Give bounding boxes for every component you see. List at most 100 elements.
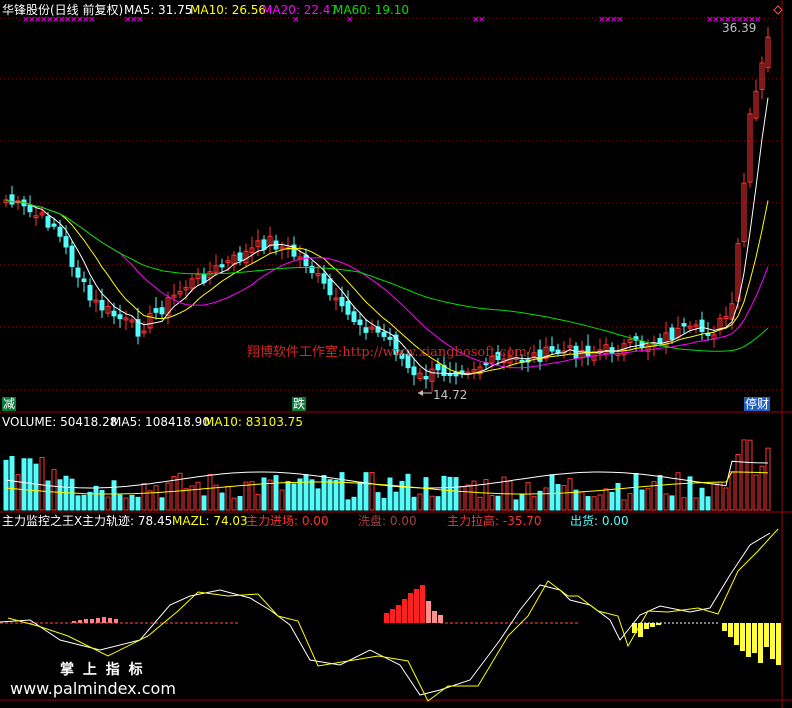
volume-bar bbox=[207, 474, 213, 511]
candle-body bbox=[537, 349, 543, 362]
volume-bar bbox=[303, 474, 309, 511]
volume-bar bbox=[321, 475, 327, 511]
volume-bar bbox=[291, 483, 297, 511]
volume-bar bbox=[387, 477, 393, 511]
candle-body bbox=[27, 204, 33, 213]
candle-body bbox=[51, 223, 57, 227]
volume-bar bbox=[741, 439, 747, 511]
volume-bar bbox=[687, 476, 693, 511]
candle-body bbox=[423, 375, 429, 380]
candle-body bbox=[351, 311, 357, 323]
volume-bar bbox=[477, 496, 483, 511]
volume-bar bbox=[117, 494, 123, 511]
volume-bar bbox=[147, 490, 153, 511]
volume-bar bbox=[315, 488, 321, 511]
candle-body bbox=[45, 216, 51, 228]
volume-bar bbox=[33, 463, 39, 511]
volume-bar bbox=[579, 491, 585, 511]
volume-bar bbox=[519, 493, 525, 511]
candle-body bbox=[303, 254, 309, 267]
volume-bar bbox=[549, 474, 555, 511]
indicator-bar bbox=[84, 619, 88, 623]
candle-body bbox=[81, 278, 87, 283]
volume-bar bbox=[69, 478, 75, 511]
candle-body bbox=[219, 264, 225, 268]
diamond-icon bbox=[773, 5, 783, 15]
volume-bar bbox=[27, 458, 33, 511]
volume-bar bbox=[753, 474, 759, 511]
volume-bar bbox=[279, 489, 285, 511]
indicator-bar bbox=[96, 618, 100, 623]
volume-bar bbox=[153, 485, 159, 511]
brand-watermark: 掌 上 指 标 bbox=[60, 662, 145, 678]
volume-bar bbox=[417, 493, 423, 511]
volume-bar bbox=[411, 496, 417, 511]
volume-bar bbox=[645, 488, 651, 511]
candle-body bbox=[159, 307, 165, 315]
volume-bar bbox=[267, 479, 273, 511]
indicator-bar bbox=[414, 589, 419, 623]
volume-bar bbox=[453, 477, 459, 511]
volume-bar bbox=[261, 477, 267, 511]
indicator-bar bbox=[108, 618, 112, 623]
candle-body bbox=[411, 366, 417, 376]
volume-bar bbox=[165, 482, 171, 511]
volume-bar bbox=[555, 483, 561, 511]
mazl-readout: MAZL: 74.03 bbox=[172, 514, 248, 528]
volume-bar bbox=[171, 475, 177, 511]
volume-bar bbox=[609, 491, 615, 511]
low-price-label: 14.72 bbox=[433, 388, 468, 402]
candle-body bbox=[69, 245, 75, 267]
ship-readout: 出货: 0.00 bbox=[570, 514, 629, 528]
volume-bar bbox=[363, 472, 369, 511]
volume-bar bbox=[495, 495, 501, 511]
indicator-bar bbox=[734, 623, 739, 645]
volume-bar bbox=[573, 489, 579, 511]
volume-bar bbox=[327, 479, 333, 511]
volume-bar bbox=[183, 488, 189, 511]
signal-x-marker: × bbox=[616, 15, 624, 25]
volume-bar bbox=[159, 497, 165, 511]
volume-bar bbox=[129, 494, 135, 511]
indicator-bar bbox=[390, 609, 395, 623]
volume-bar bbox=[681, 497, 687, 511]
candle-body bbox=[99, 299, 105, 311]
volume-bar bbox=[693, 497, 699, 511]
indicator-bar bbox=[78, 620, 82, 623]
high-price-label: 36.39 bbox=[722, 21, 757, 35]
volume-bar bbox=[141, 482, 147, 511]
volume-bar bbox=[273, 475, 279, 511]
indicator-name: 主力监控之王X bbox=[2, 514, 83, 528]
signal-x-marker: × bbox=[478, 15, 486, 25]
candle-body bbox=[609, 347, 615, 354]
volume-bar bbox=[339, 472, 345, 511]
candle-body bbox=[153, 308, 159, 313]
ma20-readout: MA20: 22.47 bbox=[262, 3, 339, 17]
volume-ma5-line bbox=[5, 460, 769, 489]
volume-bar bbox=[357, 481, 363, 511]
volume-bar bbox=[87, 491, 93, 511]
volume-bar bbox=[255, 494, 261, 511]
volume-bar bbox=[717, 481, 723, 511]
volume-bar bbox=[9, 455, 15, 511]
candle-body bbox=[63, 236, 69, 248]
volume-bar bbox=[39, 456, 45, 511]
volume-bar bbox=[507, 480, 513, 511]
indicator-bar bbox=[396, 605, 401, 623]
volume-bar bbox=[531, 496, 537, 511]
volume-bar bbox=[603, 488, 609, 511]
track-readout: 主力轨迹: 78.45 bbox=[82, 514, 173, 528]
volume-bar bbox=[75, 495, 81, 511]
candle-body bbox=[363, 327, 369, 333]
indicator-bar bbox=[432, 611, 437, 623]
volume-bar bbox=[423, 477, 429, 511]
volume-bar bbox=[375, 492, 381, 511]
volume-bar bbox=[711, 483, 717, 511]
volume-bar bbox=[765, 447, 771, 511]
volume-bar bbox=[729, 471, 735, 511]
candle-body bbox=[585, 345, 591, 357]
candle-body bbox=[237, 252, 243, 261]
volume-bar bbox=[663, 493, 669, 511]
volume-bar bbox=[459, 486, 465, 511]
volume-bar bbox=[369, 471, 375, 511]
